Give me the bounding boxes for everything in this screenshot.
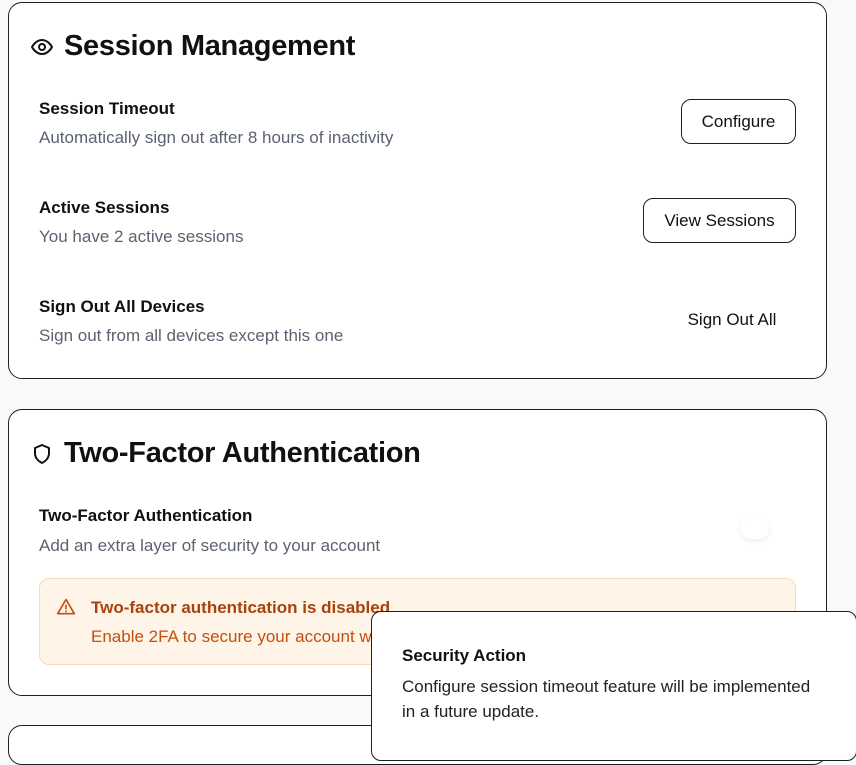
toast-title: Security Action xyxy=(402,646,527,665)
sign-out-all-button[interactable]: Sign Out All xyxy=(668,297,796,342)
configure-button[interactable]: Configure xyxy=(681,99,796,144)
toast-desc: Configure session timeout feature will b… xyxy=(402,677,811,721)
shield-icon xyxy=(30,442,54,466)
session-timeout-title: Session Timeout xyxy=(39,99,175,118)
alert-title: Two-factor authentication is disabled xyxy=(91,598,391,617)
two-factor-row-title: Two-Factor Authentication xyxy=(39,506,253,525)
sign-out-all-desc: Sign out from all devices except this on… xyxy=(39,326,344,345)
two-factor-toggle[interactable] xyxy=(741,519,769,539)
active-sessions-title: Active Sessions xyxy=(39,198,170,217)
security-action-toast: Security Action Configure session timeou… xyxy=(371,611,856,761)
eye-icon xyxy=(30,35,54,59)
two-factor-header: Two-Factor Authentication xyxy=(30,437,421,470)
session-management-title: Session Management xyxy=(64,30,356,62)
session-management-header: Session Management xyxy=(30,30,355,63)
two-factor-title: Two-Factor Authentication xyxy=(64,437,421,469)
session-timeout-desc: Automatically sign out after 8 hours of … xyxy=(39,128,394,147)
sign-out-all-title: Sign Out All Devices xyxy=(39,297,205,316)
two-factor-row-desc: Add an extra layer of security to your a… xyxy=(39,536,381,555)
active-sessions-desc: You have 2 active sessions xyxy=(39,227,244,246)
view-sessions-button[interactable]: View Sessions xyxy=(643,198,796,243)
warning-triangle-icon xyxy=(56,597,76,617)
